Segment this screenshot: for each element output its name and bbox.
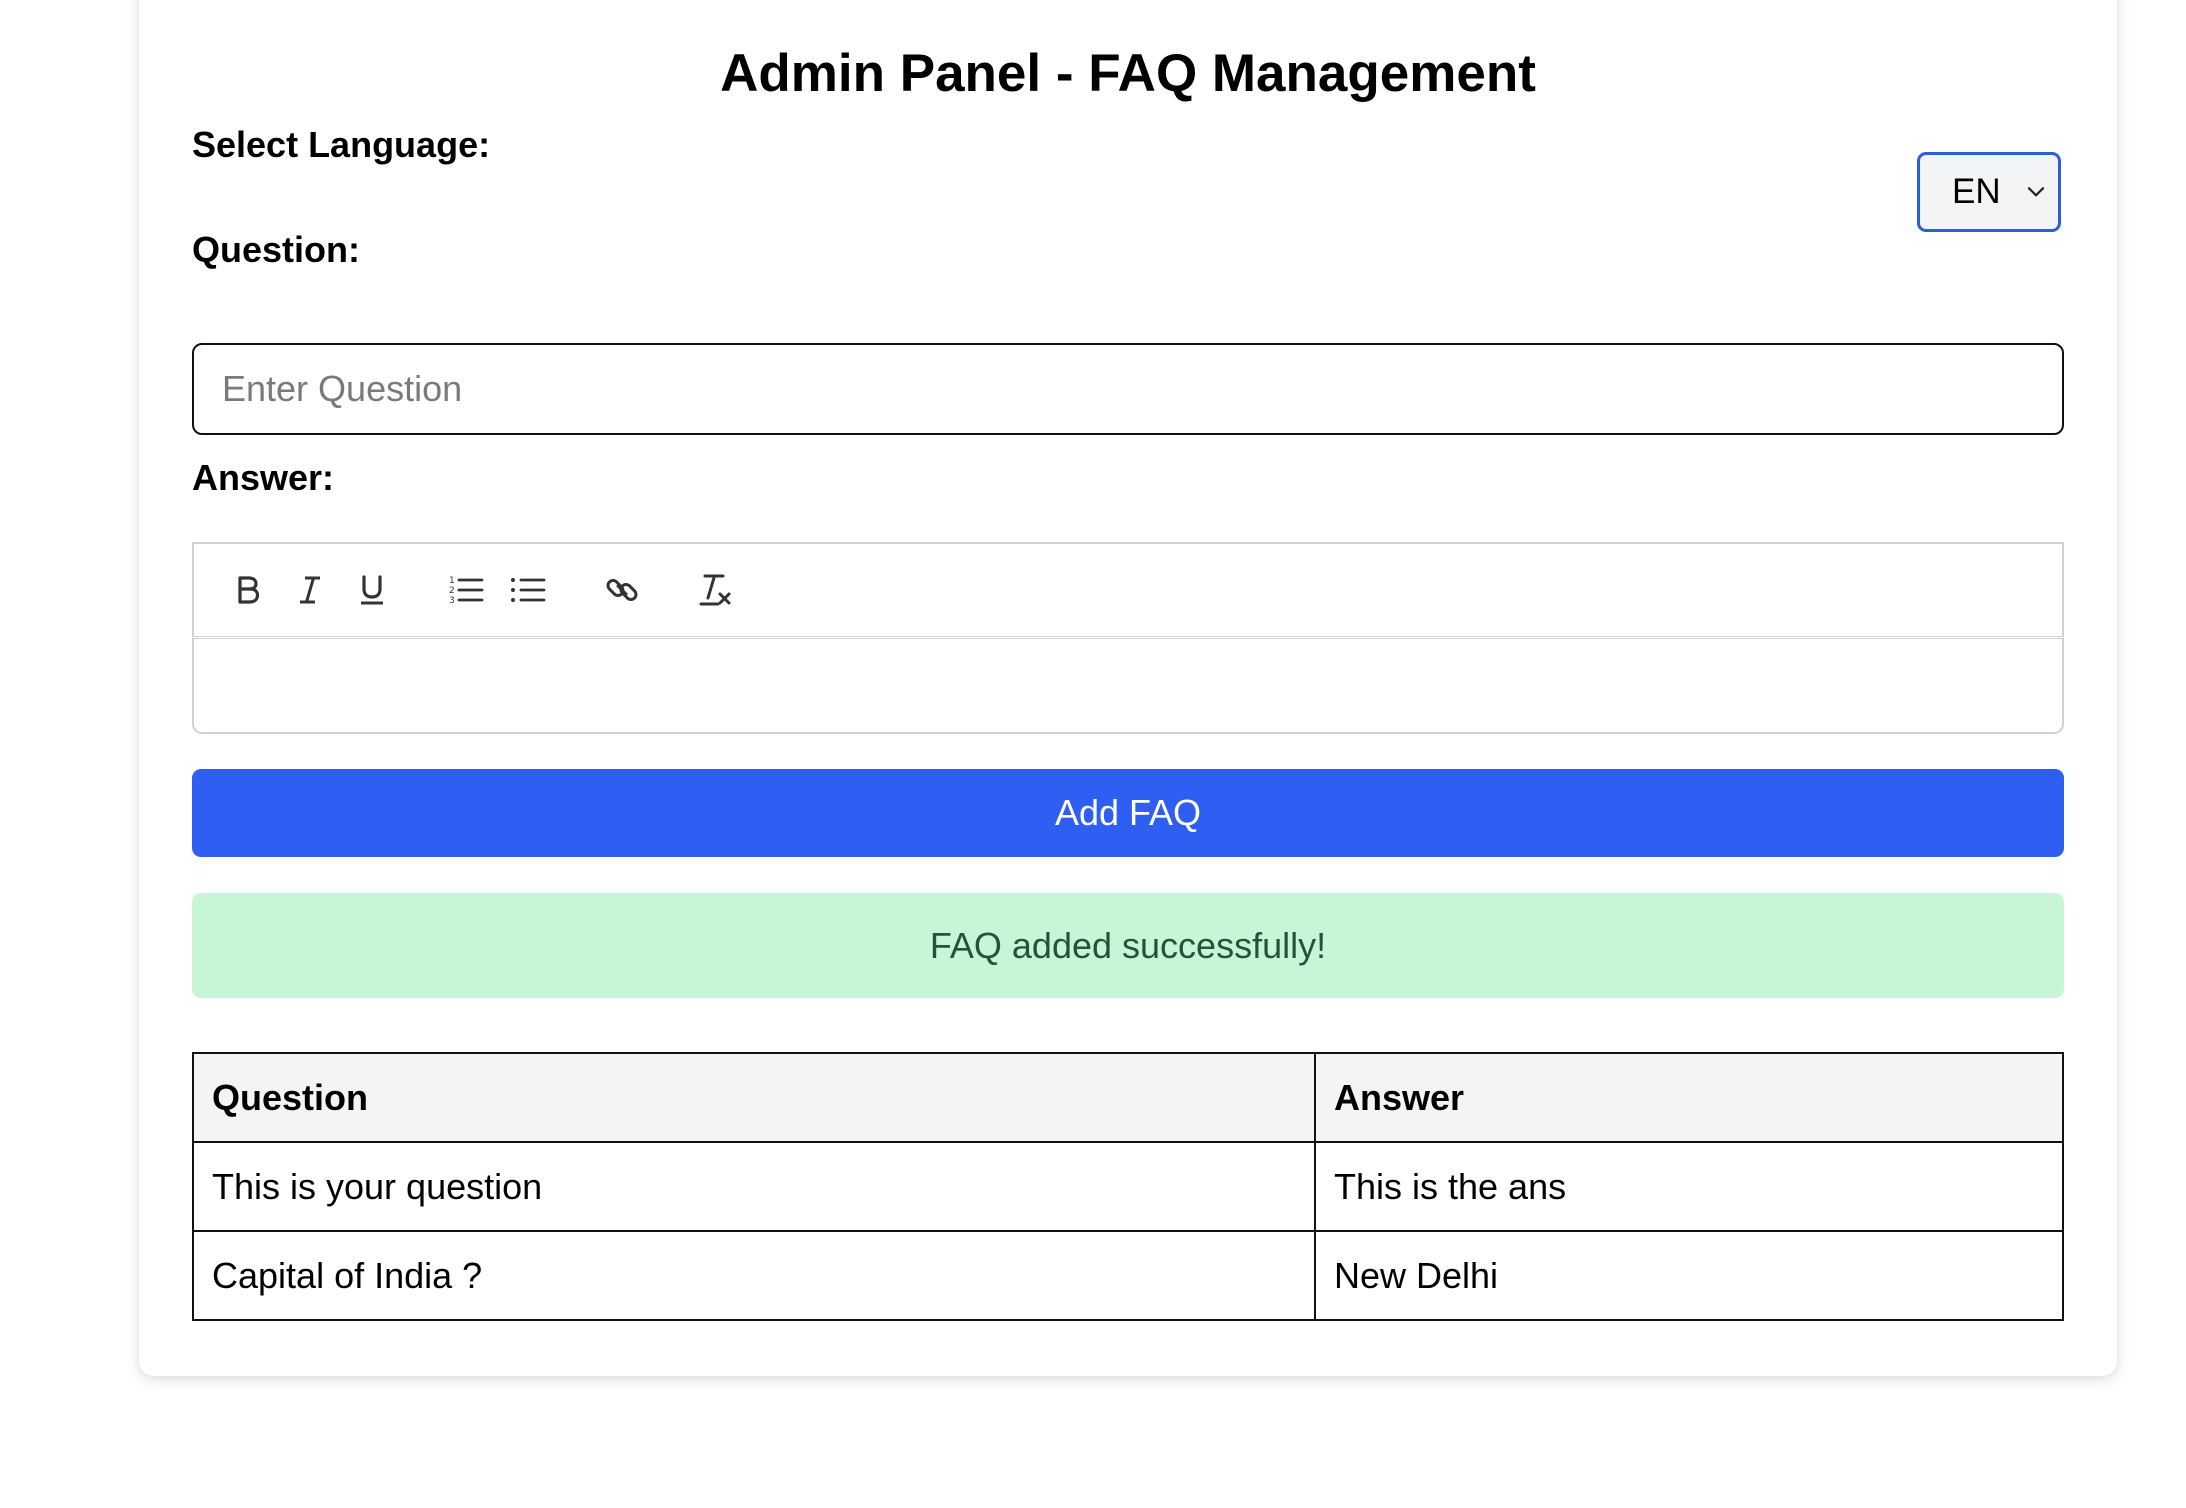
add-faq-button[interactable]: Add FAQ [192, 769, 2064, 857]
success-alert: FAQ added successfully! [192, 893, 2064, 998]
column-header-question: Question [192, 1052, 1316, 1143]
clear-format-icon [699, 574, 731, 606]
answer-editor[interactable] [192, 638, 2064, 734]
chevron-down-icon [2027, 187, 2045, 197]
bold-button[interactable] [224, 566, 272, 614]
answer-label: Answer: [192, 457, 335, 498]
italic-button[interactable] [286, 566, 334, 614]
language-label: Select Language: [192, 124, 491, 165]
clear-format-button[interactable] [692, 566, 740, 614]
language-select-value: EN [1952, 172, 2001, 211]
table-row: This is your question This is the ans [192, 1141, 2064, 1232]
svg-text:3: 3 [449, 596, 455, 606]
link-button[interactable] [598, 566, 646, 614]
bold-icon [238, 576, 260, 604]
table-row: Capital of India ? New Delhi [192, 1230, 2064, 1321]
success-alert-message: FAQ added successfully! [929, 924, 1327, 966]
faq-admin-card: Admin Panel - FAQ Management Select Lang… [139, 0, 2117, 1376]
faq-answer-cell: New Delhi [1314, 1230, 2064, 1321]
editor-toolbar: 1 2 3 [192, 542, 2064, 637]
question-input[interactable] [192, 343, 2064, 435]
bullet-list-icon [511, 578, 546, 602]
language-select[interactable]: EN [1917, 152, 2061, 232]
ordered-list-icon: 1 2 3 [449, 576, 484, 606]
column-header-answer: Answer [1314, 1052, 2064, 1143]
underline-icon [361, 575, 383, 605]
faq-answer-cell: This is the ans [1314, 1141, 2064, 1232]
faq-question-cell: This is your question [192, 1141, 1316, 1232]
svg-text:1: 1 [449, 576, 455, 586]
bullet-list-button[interactable] [504, 566, 552, 614]
svg-text:2: 2 [449, 586, 455, 596]
table-header-row: Question Answer [192, 1052, 2064, 1143]
italic-icon [300, 576, 320, 604]
faq-table: Question Answer This is your question Th… [192, 1052, 2064, 1321]
page-title: Admin Panel - FAQ Management [720, 44, 1536, 103]
ordered-list-button[interactable]: 1 2 3 [442, 566, 490, 614]
question-label: Question: [192, 229, 360, 270]
link-icon [606, 579, 638, 601]
faq-question-cell: Capital of India ? [192, 1230, 1316, 1321]
underline-button[interactable] [348, 566, 396, 614]
